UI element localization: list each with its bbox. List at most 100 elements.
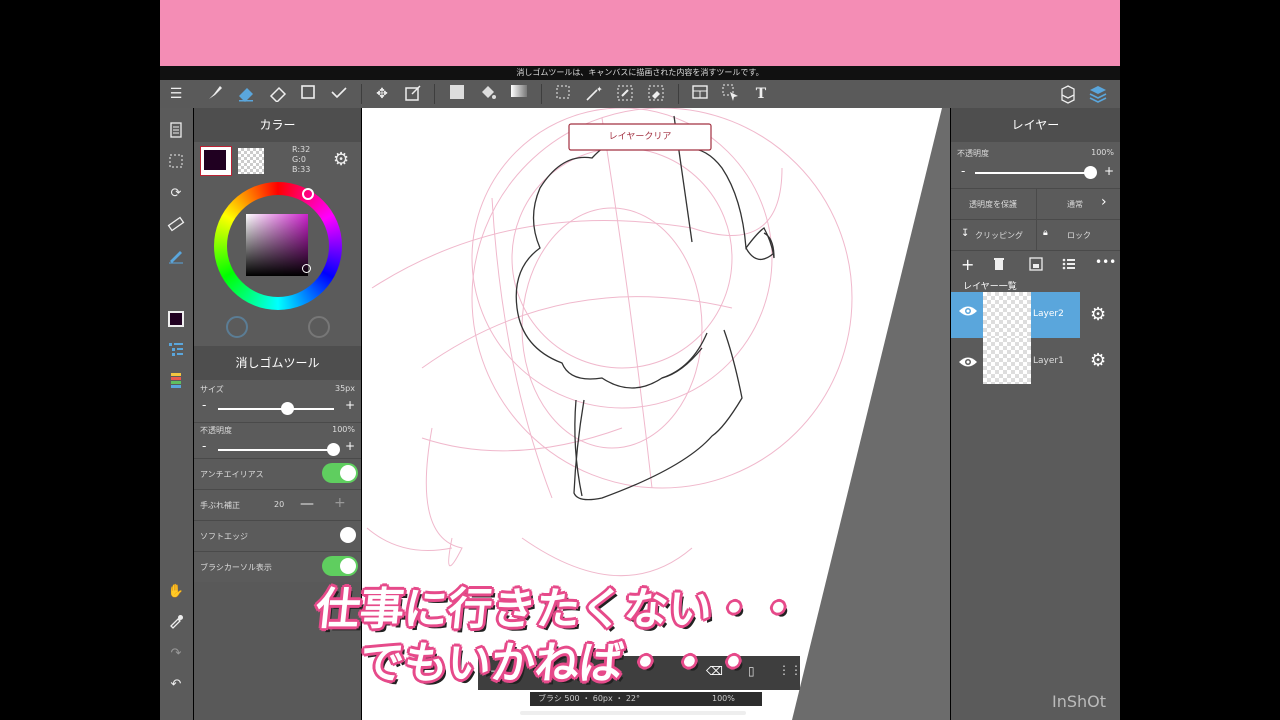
main-toolbar: ☰ ✥ ✦ T xyxy=(160,80,1120,108)
canvas-info-bar: ブラシ 500 ・ 60px ・ 22° 100% xyxy=(530,692,762,706)
home-indicator xyxy=(520,711,746,715)
snap-pen-icon[interactable] xyxy=(166,246,186,266)
antialias-toggle[interactable] xyxy=(322,463,358,483)
color-circle-mode-icon[interactable] xyxy=(226,316,248,338)
layer-list-icon[interactable] xyxy=(1062,257,1076,273)
menu-icon[interactable]: ☰ xyxy=(166,84,186,104)
size-minus-button[interactable]: - xyxy=(202,398,206,412)
secondary-color-swatch[interactable] xyxy=(238,148,264,174)
undo-icon[interactable]: ↶ xyxy=(166,675,186,695)
protect-alpha-button[interactable]: 透明度を保護 xyxy=(969,199,1017,210)
hue-handle[interactable] xyxy=(302,188,314,200)
brush-cursor-toggle[interactable] xyxy=(322,556,358,576)
opacity-slider[interactable] xyxy=(218,449,334,451)
ruler-icon[interactable] xyxy=(166,215,186,235)
eye-icon[interactable] xyxy=(958,303,978,322)
layer1-settings-gear-icon[interactable]: ⚙ xyxy=(1090,350,1106,371)
clip-lock-row: ↧ クリッピング 🔒︎ ロック xyxy=(951,220,1120,250)
layer2-settings-gear-icon[interactable]: ⚙ xyxy=(1090,304,1106,325)
opacity-label: 不透明度 xyxy=(200,426,232,435)
layer-image-icon[interactable] xyxy=(1029,257,1043,273)
add-layer-icon[interactable]: + xyxy=(961,255,974,274)
status-message: 消しゴムツールは、キャンバスに描画された内容を消すツールです。 xyxy=(160,66,1120,80)
stabilizer-row: 手ぶれ補正 20 — + xyxy=(194,490,361,520)
stabilizer-minus-button[interactable]: — xyxy=(300,496,314,512)
gradient-tool-icon[interactable] xyxy=(509,84,529,104)
bucket-tool-icon[interactable] xyxy=(478,84,498,104)
size-slider[interactable] xyxy=(218,408,334,410)
opacity-row: 不透明度 100% - + xyxy=(194,423,361,463)
select-tool-icon[interactable] xyxy=(553,84,573,104)
more-options-icon[interactable]: ••• xyxy=(1095,255,1116,269)
selection-icon[interactable] xyxy=(166,153,186,173)
svg-text:✦: ✦ xyxy=(596,85,603,94)
layers-icon[interactable] xyxy=(1088,84,1108,104)
tool-panel-title: 消しゴムツール xyxy=(194,346,361,380)
color-swatch-icon[interactable] xyxy=(166,310,186,330)
magic-wand-icon[interactable]: ✦ xyxy=(584,84,604,104)
transform-tool-icon[interactable] xyxy=(403,84,423,104)
materials-icon[interactable] xyxy=(1058,84,1078,104)
color-palette-mode-icon[interactable] xyxy=(308,316,330,338)
size-slider-knob[interactable] xyxy=(281,402,295,415)
layer-opacity-row: 不透明度 100% - + xyxy=(951,142,1120,188)
brush-list-icon[interactable] xyxy=(166,340,186,360)
saturation-handle[interactable] xyxy=(302,264,311,273)
eyedropper-icon[interactable] xyxy=(166,613,186,633)
delete-layer-icon[interactable] xyxy=(993,257,1005,273)
rgb-b: B:33 xyxy=(292,165,311,174)
opacity-slider-knob[interactable] xyxy=(326,443,340,456)
layer-panel: レイヤー 不透明度 100% - + 透明度を保護 通常 › ↧ クリッピング … xyxy=(951,108,1120,720)
shape-tool-icon[interactable] xyxy=(298,84,318,104)
soft-edge-row: ソフトエッジ xyxy=(194,521,361,551)
select-eraser-icon[interactable] xyxy=(646,84,666,104)
eye-icon[interactable] xyxy=(958,354,978,373)
layer-opacity-knob[interactable] xyxy=(1084,166,1097,179)
blend-mode-button[interactable]: 通常 xyxy=(1067,199,1083,210)
layer-opacity-value: 100% xyxy=(1091,148,1114,157)
frame-divider-icon[interactable] xyxy=(690,84,710,104)
opacity-value: 100% xyxy=(332,425,355,434)
clipping-icon: ↧ xyxy=(961,228,970,239)
rotate-canvas-icon[interactable]: ⟳ xyxy=(166,184,186,204)
palette-icon[interactable] xyxy=(166,371,186,391)
layer-opacity-plus[interactable]: + xyxy=(1104,164,1114,178)
layer-name: Layer2 xyxy=(1033,309,1064,319)
grid-menu-icon[interactable]: ⋮⋮ xyxy=(778,663,802,677)
brush-info-text: ブラシ 500 ・ 60px ・ 22° xyxy=(538,694,640,703)
vertex-tool-icon[interactable] xyxy=(329,84,349,104)
brush-tool-icon[interactable] xyxy=(205,84,225,104)
move-tool-icon[interactable]: ✥ xyxy=(372,84,392,104)
select-pen-icon[interactable] xyxy=(615,84,635,104)
fill-color-icon[interactable] xyxy=(447,84,467,104)
fill-eraser-tool-icon[interactable] xyxy=(268,84,288,104)
redo-icon[interactable]: ↷ xyxy=(166,644,186,664)
opacity-plus-button[interactable]: + xyxy=(345,439,355,453)
lock-button[interactable]: ロック xyxy=(1067,230,1091,241)
opacity-minus-button[interactable]: - xyxy=(202,439,206,453)
layer-mode-row: 透明度を保護 通常 › xyxy=(951,189,1120,219)
layer-opacity-slider[interactable] xyxy=(975,172,1093,174)
layer-clear-label[interactable]: レイヤークリア xyxy=(569,124,711,150)
page-icon[interactable] xyxy=(166,122,186,142)
layer-list-title: レイヤー一覧 xyxy=(963,282,1017,292)
layer-row-layer2[interactable]: Layer2 xyxy=(951,292,1080,338)
brush-cursor-label: ブラシカーソル表示 xyxy=(200,563,272,572)
left-icon-strip: ⟳ ✋ ↷ ↶ xyxy=(160,108,193,720)
clipping-button[interactable]: クリッピング xyxy=(975,230,1023,241)
saturation-square[interactable] xyxy=(246,214,308,276)
size-plus-button[interactable]: + xyxy=(345,398,355,412)
layer-thumbnail xyxy=(983,338,1031,384)
primary-color-swatch[interactable] xyxy=(200,146,232,176)
hand-tool-icon[interactable]: ✋ xyxy=(166,582,186,602)
layer-opacity-minus[interactable]: - xyxy=(961,164,965,178)
stabilizer-plus-button[interactable]: + xyxy=(334,495,346,511)
chevron-right-icon[interactable]: › xyxy=(1101,194,1107,210)
color-settings-gear-icon[interactable]: ⚙ xyxy=(333,150,349,170)
text-tool-icon[interactable]: T xyxy=(751,84,771,104)
brush-cursor-row: ブラシカーソル表示 xyxy=(194,552,361,582)
operation-tool-icon[interactable] xyxy=(721,84,741,104)
soft-edge-toggle[interactable] xyxy=(322,525,358,545)
eraser-tool-icon[interactable] xyxy=(236,84,256,104)
color-panel-title: カラー xyxy=(194,108,361,142)
